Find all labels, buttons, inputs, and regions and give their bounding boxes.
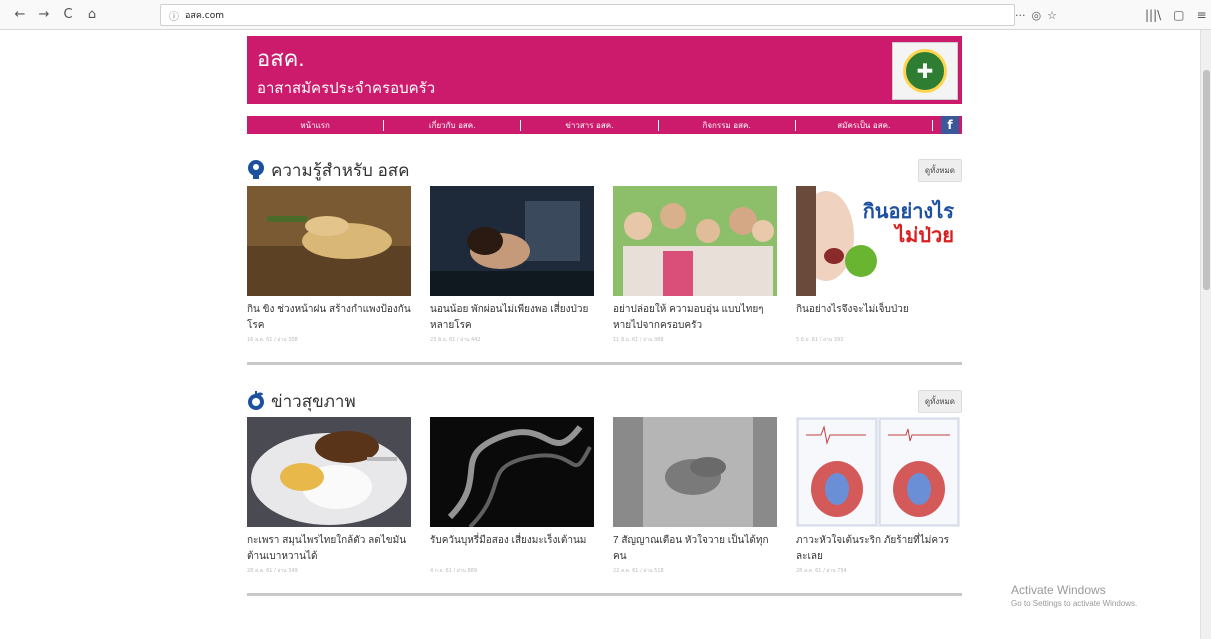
- article-image-ginger[interactable]: [247, 186, 411, 296]
- article-meta: 22 ส.ค. 61 / อ่าน 518: [613, 568, 664, 574]
- article-card[interactable]: กะเพรา สมุนไพรไทยใกล้ตัว ลดไขมัน ต้านเบา…: [247, 417, 411, 575]
- article-image-smoke[interactable]: [430, 417, 594, 527]
- home-icon[interactable]: ⌂: [84, 7, 100, 22]
- back-icon[interactable]: ←: [12, 7, 28, 22]
- nav-activities[interactable]: กิจกรรม อสค.: [659, 119, 795, 132]
- article-card[interactable]: นอนน้อย พักผ่อนไม่เพียงพอ เสี่ยงป่วยหลาย…: [430, 186, 594, 344]
- caduceus-icon: ✚: [903, 49, 947, 93]
- article-meta: 5 มิ.ย. 61 / อ่าน 393: [796, 337, 844, 343]
- see-all-button[interactable]: ดูทั้งหมด: [917, 158, 962, 182]
- article-image-chest-pain[interactable]: [613, 417, 777, 527]
- activate-windows-watermark: Activate Windows Go to Settings to activ…: [1011, 583, 1137, 608]
- menu-icon[interactable]: ≡: [1197, 8, 1207, 22]
- nav-register[interactable]: สมัครเป็น อสค.: [796, 119, 932, 132]
- activate-line2: Go to Settings to activate Windows.: [1011, 599, 1138, 608]
- ministry-logo[interactable]: ✚: [892, 42, 958, 100]
- library-icon[interactable]: |||\: [1145, 8, 1161, 22]
- article-card[interactable]: 7 สัญญาณเตือน หัวใจวาย เป็นได้ทุกคน 22 ส…: [613, 417, 777, 575]
- reload-icon[interactable]: C: [60, 7, 76, 22]
- article-title[interactable]: กินอย่างไรจึงจะไม่เจ็บป่วย: [796, 302, 960, 334]
- article-meta: 28 ส.ค. 61 / อ่าน 349: [247, 568, 298, 574]
- address-bar[interactable]: ⓘ อสค.com: [160, 4, 1015, 26]
- see-all-button[interactable]: ดูทั้งหมด: [917, 389, 962, 413]
- scrollbar[interactable]: [1200, 30, 1211, 639]
- main-nav: หน้าแรก เกี่ยวกับ อสค. ข่าวสาร อสค. กิจก…: [247, 116, 962, 134]
- section-divider: [247, 362, 962, 365]
- health-news-section: ข่าวสุขภาพ ดูทั้งหมด กะเพรา สมุนไพรไทยใก…: [247, 389, 962, 596]
- article-card[interactable]: กิน ขิง ช่วงหน้าฝน สร้างกำแพงป้องกันโรค …: [247, 186, 411, 344]
- article-title[interactable]: นอนน้อย พักผ่อนไม่เพียงพอ เสี่ยงป่วยหลาย…: [430, 302, 594, 334]
- nav-about[interactable]: เกี่ยวกับ อสค.: [384, 119, 520, 132]
- article-image-sleep[interactable]: [430, 186, 594, 296]
- article-title[interactable]: กะเพรา สมุนไพรไทยใกล้ตัว ลดไขมัน ต้านเบา…: [247, 533, 411, 565]
- article-title[interactable]: อย่าปล่อยให้ ความอบอุ่น แบบไทยๆ หายไปจาก…: [613, 302, 777, 334]
- more-icon[interactable]: ···: [1015, 9, 1026, 22]
- article-image-heart-diagram[interactable]: [796, 417, 960, 527]
- article-meta: 28 ส.ค. 61 / อ่าน 754: [796, 568, 847, 574]
- article-card[interactable]: อย่าปล่อยให้ ความอบอุ่น แบบไทยๆ หายไปจาก…: [613, 186, 777, 344]
- section-title: ความรู้สำหรับ อสค: [271, 160, 410, 180]
- facebook-icon[interactable]: f: [941, 116, 960, 134]
- section-title: ข่าวสุขภาพ: [271, 391, 356, 411]
- toolbar-right: |||\ ▢ ≡: [1145, 4, 1207, 26]
- site-subtitle: อาสาสมัครประจำครอบครัว: [257, 80, 436, 97]
- pocket-icon[interactable]: ◎: [1032, 9, 1042, 22]
- site-header: อสค. อาสาสมัครประจำครอบครัว ✚: [247, 36, 962, 104]
- article-image-family[interactable]: [613, 186, 777, 296]
- apple-icon: [247, 391, 265, 411]
- url-text: อสค.com: [185, 11, 225, 21]
- address-actions: ··· ◎ ☆: [1015, 4, 1070, 26]
- lightbulb-head-icon: [247, 160, 265, 180]
- nav-news[interactable]: ข่าวสาร อสค.: [521, 119, 657, 132]
- site-title: อสค.: [257, 46, 305, 71]
- browser-toolbar: ← → C ⌂ ⓘ อสค.com ··· ◎ ☆ |||\ ▢ ≡: [0, 0, 1211, 30]
- page: อสค. อาสาสมัครประจำครอบครัว ✚ หน้าแรก เก…: [247, 36, 962, 596]
- article-meta: 4 ก.ย. 61 / อ่าน 889: [430, 568, 478, 574]
- nav-home[interactable]: หน้าแรก: [247, 119, 383, 132]
- article-meta: 16 ส.ค. 61 / อ่าน 308: [247, 337, 298, 343]
- article-title[interactable]: 7 สัญญาณเตือน หัวใจวาย เป็นได้ทุกคน: [613, 533, 777, 565]
- info-icon[interactable]: ⓘ: [169, 8, 179, 23]
- forward-icon[interactable]: →: [36, 7, 52, 22]
- activate-line1: Activate Windows: [1011, 583, 1106, 597]
- article-title[interactable]: ภาวะหัวใจเต้นระริก ภัยร้ายที่ไม่ควรละเลย: [796, 533, 960, 565]
- section-divider: [247, 593, 962, 596]
- sidebar-icon[interactable]: ▢: [1173, 8, 1184, 22]
- bookmark-star-icon[interactable]: ☆: [1047, 9, 1057, 22]
- article-image-basil-rice[interactable]: [247, 417, 411, 527]
- article-meta: 11 มิ.ย. 61 / อ่าน 388: [613, 337, 664, 343]
- article-title[interactable]: กิน ขิง ช่วงหน้าฝน สร้างกำแพงป้องกันโรค: [247, 302, 411, 334]
- article-title[interactable]: รับควันบุหรี่มือสอง เสี่ยงมะเร็งเต้านม: [430, 533, 594, 565]
- article-meta: 23 มิ.ย. 61 / อ่าน 442: [430, 337, 481, 343]
- article-card[interactable]: กินอย่างไร ไม่ป่วย กินอย่างไรจึงจะไม่เจ็…: [796, 186, 960, 344]
- knowledge-section: ความรู้สำหรับ อสค ดูทั้งหมด กิน ขิง ช่วง…: [247, 158, 962, 365]
- overlay-text: ไม่ป่วย: [895, 225, 954, 247]
- article-image-apple[interactable]: กินอย่างไร ไม่ป่วย: [796, 186, 960, 296]
- article-card[interactable]: รับควันบุหรี่มือสอง เสี่ยงมะเร็งเต้านม 4…: [430, 417, 594, 575]
- article-card[interactable]: ภาวะหัวใจเต้นระริก ภัยร้ายที่ไม่ควรละเลย…: [796, 417, 960, 575]
- nav-buttons: ← → C ⌂: [0, 7, 150, 22]
- overlay-text: กินอย่างไร: [862, 201, 954, 223]
- scroll-thumb[interactable]: [1203, 70, 1210, 290]
